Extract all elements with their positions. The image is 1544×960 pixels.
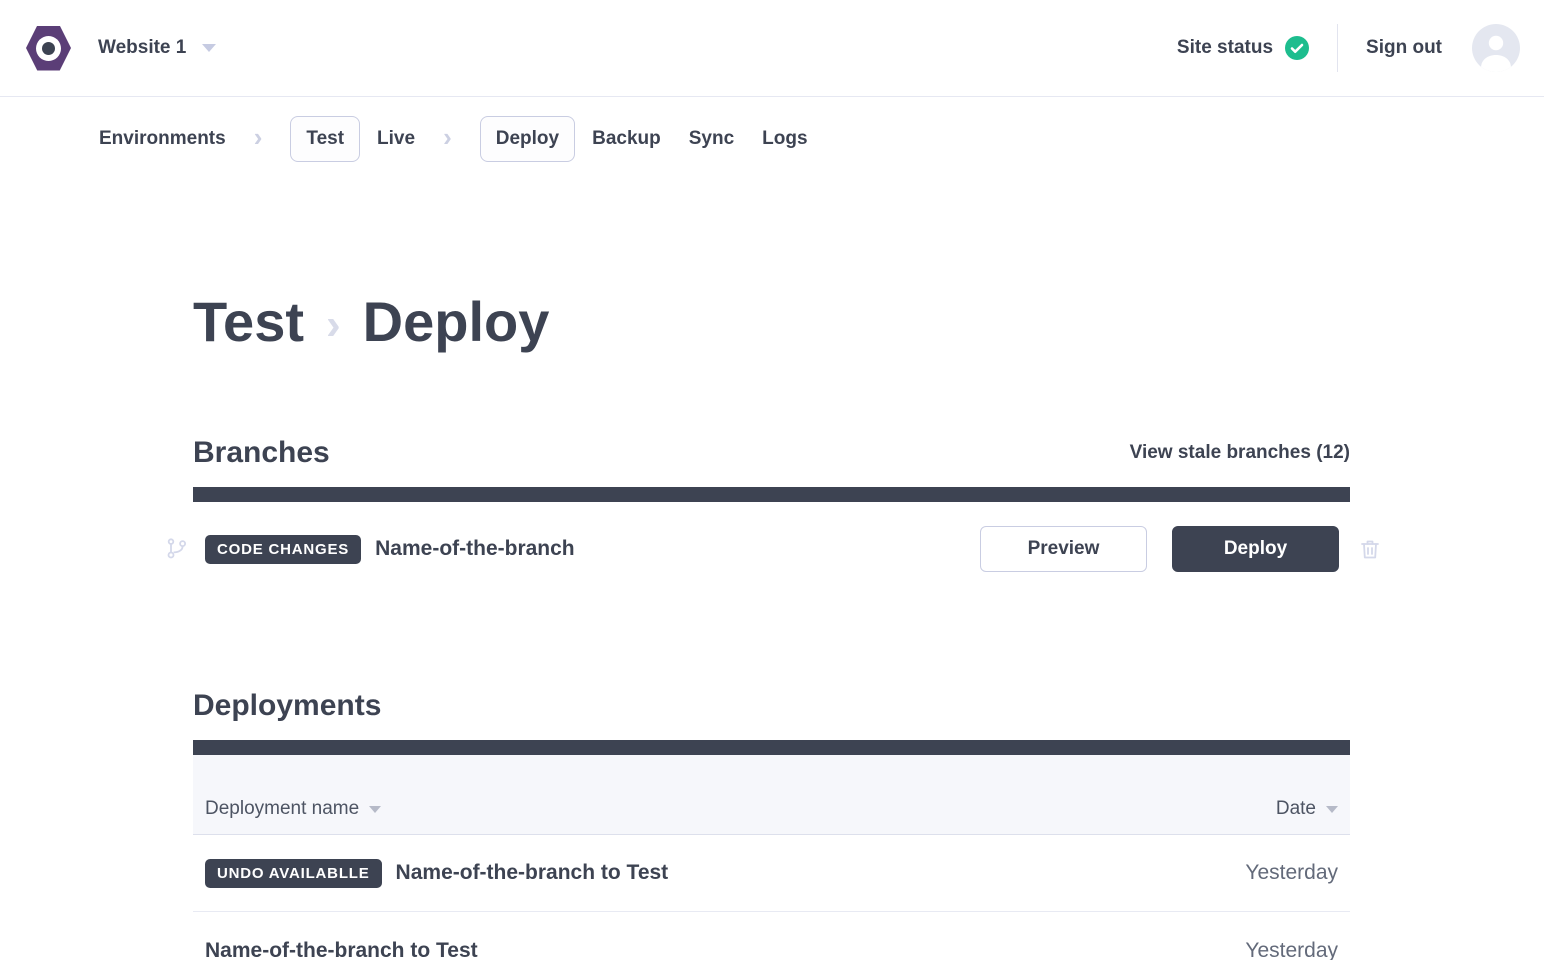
deployment-row[interactable]: Name-of-the-branch to Test Yesterday — [193, 912, 1350, 960]
user-icon — [1472, 24, 1520, 72]
sort-caret-icon — [369, 806, 381, 813]
column-date[interactable]: Date — [1276, 798, 1338, 820]
branches-section: Branches View stale branches (12) CODE C… — [193, 434, 1350, 572]
sign-out-button[interactable]: Sign out — [1366, 37, 1442, 59]
tab-logs[interactable]: Logs — [762, 128, 807, 150]
branch-name: Name-of-the-branch — [375, 537, 575, 561]
logo-dot — [42, 42, 55, 55]
site-switcher-dropdown[interactable]: Website 1 — [98, 37, 216, 59]
avatar[interactable] — [1472, 24, 1520, 72]
site-status[interactable]: Site status — [1177, 36, 1309, 60]
tab-backup[interactable]: Backup — [592, 128, 661, 150]
tab-deploy-active[interactable]: Deploy — [480, 116, 575, 162]
deployments-heading: Deployments — [193, 687, 381, 725]
branch-row: CODE CHANGES Name-of-the-branch Preview … — [193, 526, 1350, 572]
site-name: Website 1 — [98, 37, 186, 59]
nav-environments[interactable]: Environments — [99, 128, 226, 150]
undo-available-badge: UNDO AVAILABLLE — [205, 859, 382, 888]
chevron-right-icon: › — [443, 124, 452, 154]
sort-caret-icon — [1326, 806, 1338, 813]
tab-live[interactable]: Live — [377, 128, 415, 150]
column-date-label: Date — [1276, 798, 1316, 820]
deployment-row[interactable]: UNDO AVAILABLLE Name-of-the-branch to Te… — [193, 835, 1350, 912]
environment-nav: Environments › Test Live › Deploy Backup… — [99, 116, 1544, 162]
page-title: Test › Deploy — [193, 286, 1350, 358]
code-changes-badge: CODE CHANGES — [205, 535, 361, 564]
git-branch-icon — [165, 537, 189, 561]
top-header: Website 1 Site status Sign out — [0, 0, 1544, 97]
chevron-right-icon: › — [326, 286, 341, 358]
site-status-label: Site status — [1177, 37, 1273, 59]
tab-sync[interactable]: Sync — [689, 128, 734, 150]
brand-logo-icon[interactable] — [26, 26, 71, 71]
branches-heading: Branches — [193, 434, 330, 472]
tab-test-active[interactable]: Test — [290, 116, 360, 162]
main-content: Test › Deploy Branches View stale branch… — [193, 286, 1350, 960]
view-stale-branches-link[interactable]: View stale branches (12) — [1130, 434, 1350, 472]
section-divider-bar — [193, 487, 1350, 502]
deploy-button[interactable]: Deploy — [1172, 526, 1339, 572]
page-title-section: Deploy — [363, 289, 550, 355]
deployments-section: Deployments Deployment name Date UNDO AV… — [193, 687, 1350, 960]
header-divider — [1337, 24, 1338, 72]
chevron-down-icon — [202, 44, 216, 52]
section-divider-bar — [193, 740, 1350, 755]
deployment-name: Name-of-the-branch to Test — [396, 861, 669, 885]
deployment-date: Yesterday — [1245, 861, 1338, 885]
deployment-name: Name-of-the-branch to Test — [205, 939, 478, 960]
chevron-right-icon: › — [254, 124, 263, 154]
page-title-env: Test — [193, 289, 304, 355]
deployments-table-header: Deployment name Date — [193, 755, 1350, 835]
deployment-date: Yesterday — [1245, 939, 1338, 960]
column-deployment-name[interactable]: Deployment name — [205, 798, 381, 820]
logo-ring — [36, 36, 61, 61]
preview-button[interactable]: Preview — [980, 526, 1147, 572]
trash-icon[interactable] — [1358, 537, 1382, 561]
check-circle-icon — [1285, 36, 1309, 60]
column-deployment-name-label: Deployment name — [205, 798, 359, 820]
